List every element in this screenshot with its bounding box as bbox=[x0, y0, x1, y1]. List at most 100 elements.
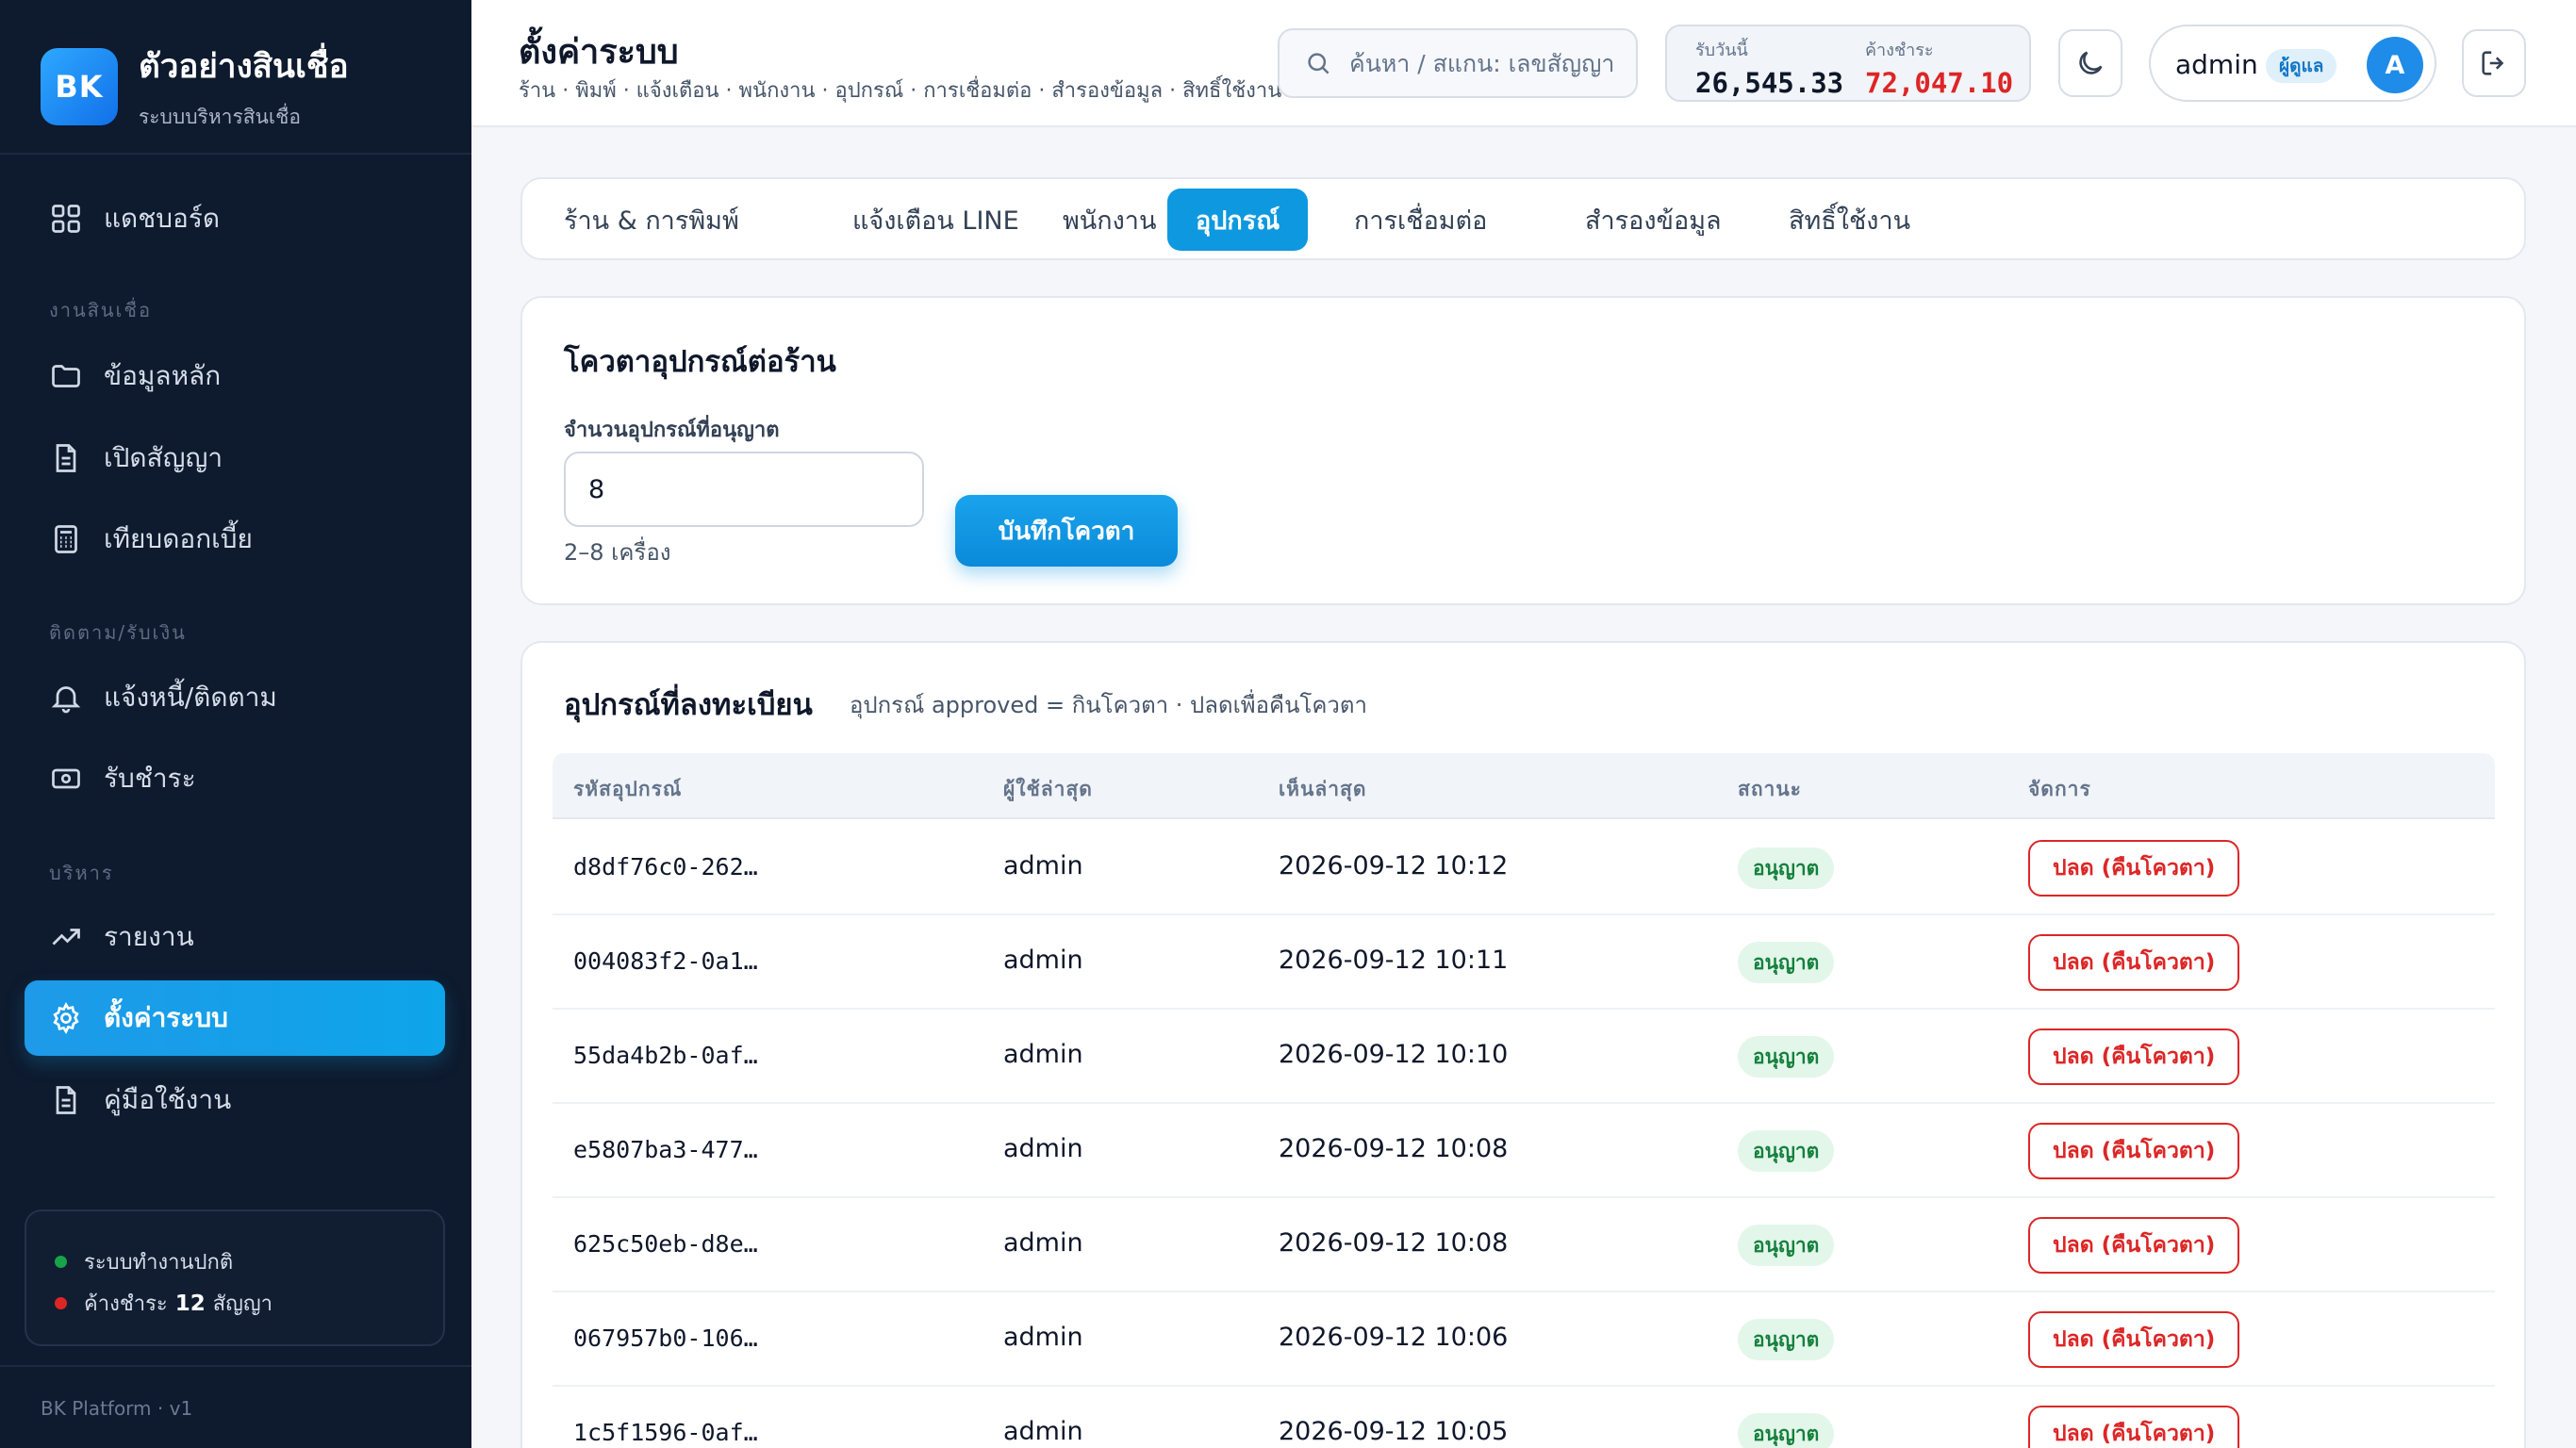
tab-staff[interactable]: พนักงาน bbox=[1034, 189, 1184, 251]
search-input[interactable] bbox=[1349, 49, 1623, 77]
tab-backup[interactable]: สำรองข้อมูล bbox=[1557, 189, 1750, 251]
overdue-prefix: ค้างชำระ bbox=[84, 1292, 168, 1316]
status-badge: อนุญาต bbox=[1738, 1319, 1835, 1360]
release-device-button[interactable]: ปลด (คืนโควตา) bbox=[2028, 1406, 2240, 1448]
brand-title: ตัวอย่างสินเชื่อ bbox=[139, 48, 349, 86]
theme-toggle-button[interactable] bbox=[2058, 29, 2122, 97]
overdue-status: ค้างชำระ 12 สัญญา bbox=[55, 1287, 272, 1320]
page-subtitle: ร้าน · พิมพ์ · แจ้งเตือน · พนักงาน · อุป… bbox=[519, 79, 1282, 103]
logout-icon bbox=[2482, 51, 2504, 75]
divider bbox=[0, 153, 471, 155]
sidebar-item-label: คู่มือใช้งาน bbox=[104, 1084, 232, 1115]
user-name: admin bbox=[2175, 49, 2258, 80]
divider bbox=[0, 1365, 471, 1367]
last-seen: 2026-09-12 10:05 bbox=[1279, 1417, 1509, 1446]
avatar: A bbox=[2367, 37, 2423, 93]
release-device-button[interactable]: ปลด (คืนโควตา) bbox=[2028, 1123, 2240, 1179]
release-device-button[interactable]: ปลด (คืนโควตา) bbox=[2028, 1217, 2240, 1274]
sidebar-item-manual[interactable]: คู่มือใช้งาน bbox=[25, 1062, 445, 1138]
table-header: รหัสอุปกรณ์ ผู้ใช้ล่าสุด เห็นล่าสุด สถาน… bbox=[553, 753, 2495, 819]
received-today-stat: รับวันนี้ 26,545.33 bbox=[1695, 36, 1843, 99]
overdue-value: 72,047.10 bbox=[1865, 67, 2014, 99]
table-row: 1c5f1596-0af… admin 2026-09-12 10:05 อนุ… bbox=[553, 1387, 2495, 1448]
received-today-label: รับวันนี้ bbox=[1695, 41, 1748, 60]
release-device-button[interactable]: ปลด (คืนโควตา) bbox=[2028, 1028, 2240, 1085]
device-id: 1c5f1596-0af… bbox=[573, 1419, 758, 1446]
sidebar-item-open-contract[interactable]: เปิดสัญญา bbox=[25, 420, 445, 496]
trend-icon bbox=[52, 929, 80, 946]
search-box[interactable] bbox=[1278, 28, 1638, 98]
received-today-value: 26,545.33 bbox=[1695, 67, 1844, 99]
tab-devices[interactable]: อุปกรณ์ bbox=[1167, 189, 1309, 251]
role-badge: ผู้ดูแล bbox=[2266, 49, 2337, 83]
document-icon bbox=[56, 1086, 76, 1114]
sidebar: BK ตัวอย่างสินเชื่อ ระบบบริหารสินเชื่อ แ… bbox=[0, 0, 471, 1448]
device-id: 004083f2-0a1… bbox=[573, 947, 758, 975]
last-user: admin bbox=[1003, 1228, 1083, 1258]
bell-icon bbox=[51, 686, 81, 714]
platform-version: BK Platform · v1 bbox=[41, 1397, 193, 1420]
sidebar-item-label: เปิดสัญญา bbox=[104, 442, 223, 473]
sidebar-item-dashboard[interactable]: แดชบอร์ด bbox=[25, 181, 445, 256]
device-id: d8df76c0-262… bbox=[573, 853, 758, 880]
release-device-button[interactable]: ปลด (คืนโควตา) bbox=[2028, 934, 2240, 991]
overdue-stat: ค้างชำระ 72,047.10 bbox=[1865, 36, 2013, 99]
user-menu[interactable]: admin ผู้ดูแล A bbox=[2149, 25, 2436, 102]
brand-subtitle: ระบบบริหารสินเชื่อ bbox=[139, 106, 301, 128]
brand[interactable]: BK ตัวอย่างสินเชื่อ ระบบบริหารสินเชื่อ bbox=[41, 41, 349, 133]
last-user: admin bbox=[1003, 1417, 1083, 1446]
last-user: admin bbox=[1003, 946, 1083, 975]
table-row: d8df76c0-262… admin 2026-09-12 10:12 อนุ… bbox=[553, 821, 2495, 915]
brand-logo: BK bbox=[41, 48, 118, 125]
tab-store-printing[interactable]: ร้าน & การพิมพ์ bbox=[536, 189, 768, 251]
last-seen: 2026-09-12 10:06 bbox=[1279, 1323, 1509, 1352]
last-seen: 2026-09-12 10:08 bbox=[1279, 1134, 1509, 1163]
nav-section-collection: ติดตาม/รับเงิน bbox=[49, 621, 187, 644]
last-seen: 2026-09-12 10:10 bbox=[1279, 1040, 1509, 1069]
sidebar-item-master-data[interactable]: ข้อมูลหลัก bbox=[25, 338, 445, 414]
page-title: ตั้งค่าระบบ bbox=[519, 33, 679, 72]
column-header: รหัสอุปกรณ์ bbox=[573, 778, 683, 800]
registered-devices-card: อุปกรณ์ที่ลงทะเบียน อุปกรณ์ approved = ก… bbox=[520, 641, 2526, 1448]
status-badge: อนุญาต bbox=[1738, 1130, 1835, 1172]
device-id: 55da4b2b-0af… bbox=[573, 1042, 758, 1069]
document-icon bbox=[56, 444, 76, 472]
save-quota-button[interactable]: บันทึกโควตา bbox=[955, 495, 1178, 567]
sidebar-item-label: รับชำระ bbox=[104, 763, 196, 794]
settings-tabs: ร้าน & การพิมพ์ แจ้งเตือน LINE พนักงาน อ… bbox=[520, 177, 2526, 260]
sidebar-item-label: ข้อมูลหลัก bbox=[104, 360, 222, 391]
sidebar-item-settings[interactable]: ตั้งค่าระบบ bbox=[25, 980, 445, 1056]
sidebar-item-reports[interactable]: รายงาน bbox=[25, 899, 445, 975]
overdue-suffix: สัญญา bbox=[212, 1292, 273, 1316]
logout-button[interactable] bbox=[2462, 29, 2526, 97]
quota-title: โควตาอุปกรณ์ต่อร้าน bbox=[564, 345, 836, 379]
daily-stats: รับวันนี้ 26,545.33 ค้างชำระ 72,047.10 bbox=[1665, 25, 2031, 102]
tab-connections[interactable]: การเชื่อมต่อ bbox=[1326, 189, 1515, 251]
table-row: 625c50eb-d8e… admin 2026-09-12 10:08 อนุ… bbox=[553, 1198, 2495, 1292]
status-dot-icon bbox=[55, 1297, 67, 1309]
table-row: 004083f2-0a1… admin 2026-09-12 10:11 อนุ… bbox=[553, 915, 2495, 1010]
sidebar-item-label: แดชบอร์ด bbox=[104, 203, 221, 234]
grid-icon bbox=[52, 205, 80, 233]
table-row: e5807ba3-477… admin 2026-09-12 10:08 อนุ… bbox=[553, 1104, 2495, 1198]
top-header: ตั้งค่าระบบ ร้าน · พิมพ์ · แจ้งเตือน · พ… bbox=[471, 0, 2576, 127]
sidebar-item-billing[interactable]: แจ้งหนี้/ติดตาม bbox=[25, 660, 445, 735]
sidebar-item-interest-compare[interactable]: เทียบดอกเบี้ย bbox=[25, 502, 445, 577]
status-badge: อนุญาต bbox=[1738, 942, 1835, 983]
sidebar-item-payments[interactable]: รับชำระ bbox=[25, 741, 445, 816]
system-ok-text: ระบบทำงานปกติ bbox=[84, 1251, 234, 1275]
table-row: 067957b0-106… admin 2026-09-12 10:06 อนุ… bbox=[553, 1292, 2495, 1387]
last-seen: 2026-09-12 10:12 bbox=[1279, 851, 1509, 880]
tab-licensing[interactable]: สิทธิ์ใช้งาน bbox=[1760, 189, 1939, 251]
table-row: 55da4b2b-0af… admin 2026-09-12 10:10 อนุ… bbox=[553, 1010, 2495, 1104]
status-badge: อนุญาต bbox=[1738, 1225, 1835, 1266]
sidebar-item-label: เทียบดอกเบี้ย bbox=[104, 523, 253, 554]
tab-line-notify[interactable]: แจ้งเตือน LINE bbox=[824, 189, 1048, 251]
nav-section-loans: งานสินเชื่อ bbox=[49, 299, 152, 321]
release-device-button[interactable]: ปลด (คืนโควตา) bbox=[2028, 840, 2240, 897]
release-device-button[interactable]: ปลด (คืนโควตา) bbox=[2028, 1311, 2240, 1368]
device-quota-input[interactable] bbox=[564, 452, 924, 527]
system-ok-status: ระบบทำงานปกติ bbox=[55, 1245, 233, 1278]
status-dot-icon bbox=[55, 1256, 67, 1268]
last-seen: 2026-09-12 10:11 bbox=[1279, 946, 1509, 975]
